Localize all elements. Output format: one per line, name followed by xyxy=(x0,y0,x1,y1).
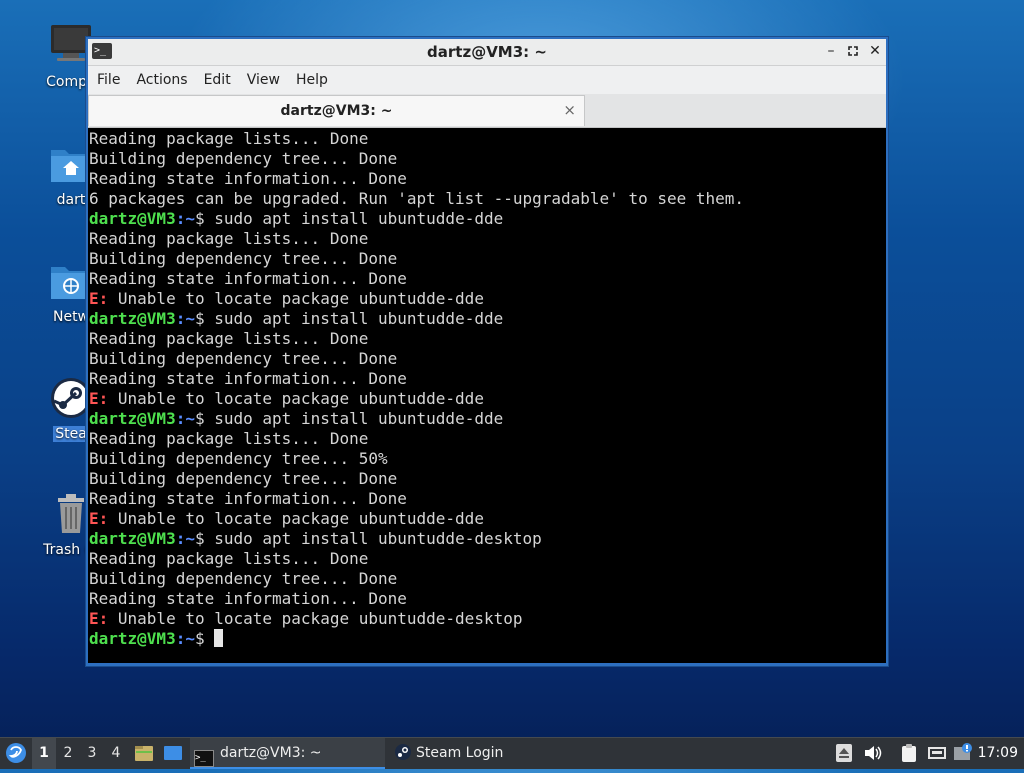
terminal-line: Reading state information... Done xyxy=(89,269,407,288)
command-text: sudo apt install ubuntudde-dde xyxy=(204,309,504,328)
prompt-user: dartz@VM3 xyxy=(89,309,176,328)
terminal-line: dartz@VM3:~$ sudo apt install ubuntudde-… xyxy=(89,529,886,549)
input-text xyxy=(205,629,215,648)
terminal-line: Reading state information... Done xyxy=(89,369,407,388)
error-text: Unable to locate package ubuntudde-dde xyxy=(108,389,484,408)
error-prefix: E: xyxy=(89,389,109,408)
start-menu-icon[interactable] xyxy=(4,741,28,765)
taskbar-item-label: Steam Login xyxy=(416,745,504,761)
terminal-line: Building dependency tree... 50% xyxy=(89,449,388,468)
network-icon[interactable] xyxy=(927,743,947,763)
menu-help[interactable]: Help xyxy=(288,66,336,94)
taskbar: 1 2 3 4 >_ dartz@VM3: ~ Steam Login 17:09 xyxy=(0,737,1024,769)
terminal-line: E: Unable to locate package ubuntudde-de… xyxy=(89,609,886,629)
terminal-line: Reading state information... Done xyxy=(89,169,407,188)
prompt-user: dartz@VM3 xyxy=(89,529,176,548)
prompt-path: :~ xyxy=(175,629,195,648)
window-titlebar[interactable]: >_ dartz@VM3: ~ – ✕ xyxy=(88,39,886,66)
desktop-icon-label: dart xyxy=(56,192,86,208)
error-prefix: E: xyxy=(89,289,109,308)
show-desktop-icon[interactable] xyxy=(163,744,183,762)
terminal-line: Reading state information... Done xyxy=(89,489,407,508)
terminal-line: dartz@VM3:~$ sudo apt install ubuntudde-… xyxy=(89,309,886,329)
volume-icon[interactable] xyxy=(863,743,883,763)
eject-icon[interactable] xyxy=(835,743,855,763)
prompt-user: dartz@VM3 xyxy=(89,629,176,648)
clock[interactable]: 17:09 xyxy=(978,738,1018,769)
terminal-line: dartz@VM3:~$ sudo apt install ubuntudde-… xyxy=(89,409,886,429)
workspace-4[interactable]: 4 xyxy=(104,738,128,769)
prompt-path: :~ xyxy=(175,209,195,228)
terminal-icon: >_ xyxy=(194,750,214,767)
terminal-output[interactable]: Reading package lists... Done Building de… xyxy=(88,128,886,663)
update-notifier-icon[interactable] xyxy=(953,743,973,763)
terminal-line: Reading package lists... Done xyxy=(89,429,369,448)
workspace-2[interactable]: 2 xyxy=(56,738,80,769)
error-prefix: E: xyxy=(89,509,109,528)
file-manager-launcher-icon[interactable] xyxy=(134,743,154,763)
prompt-symbol: $ xyxy=(194,409,205,428)
terminal-line: Reading package lists... Done xyxy=(89,549,369,568)
terminal-line: Building dependency tree... Done xyxy=(89,569,398,588)
terminal-line: Building dependency tree... Done xyxy=(89,469,398,488)
taskbar-item-label: dartz@VM3: ~ xyxy=(220,745,322,761)
error-text: Unable to locate package ubuntudde-deskt… xyxy=(108,609,523,628)
taskbar-item-steam[interactable]: Steam Login xyxy=(392,738,592,769)
workspace-3[interactable]: 3 xyxy=(80,738,104,769)
terminal-cursor xyxy=(214,629,224,647)
maximize-icon[interactable] xyxy=(844,42,862,60)
prompt-user: dartz@VM3 xyxy=(89,409,176,428)
prompt-symbol: $ xyxy=(194,209,205,228)
minimize-icon[interactable]: – xyxy=(822,42,840,60)
desktop: { "desktop": { "icons": [ {"label": "Com… xyxy=(0,0,1024,769)
terminal-line: Building dependency tree... Done xyxy=(89,249,398,268)
terminal-line: Reading state information... Done xyxy=(89,589,407,608)
command-text: sudo apt install ubuntudde-dde xyxy=(204,409,504,428)
terminal-line: dartz@VM3:~$ sudo apt install ubuntudde-… xyxy=(89,209,886,229)
terminal-line: Building dependency tree... Done xyxy=(89,349,398,368)
prompt-symbol: $ xyxy=(194,309,205,328)
desktop-icon-label: Netw xyxy=(52,309,90,325)
error-text: Unable to locate package ubuntudde-dde xyxy=(108,509,484,528)
terminal-line: dartz@VM3:~$ xyxy=(89,629,886,649)
menu-bar: File Actions Edit View Help xyxy=(88,66,886,94)
command-text: sudo apt install ubuntudde-dde xyxy=(204,209,504,228)
terminal-line: Building dependency tree... Done xyxy=(89,149,398,168)
terminal-line: E: Unable to locate package ubuntudde-dd… xyxy=(89,509,886,529)
steam-icon xyxy=(394,742,412,773)
prompt-symbol: $ xyxy=(194,529,205,548)
tab-close-icon[interactable]: × xyxy=(563,101,576,119)
prompt-user: dartz@VM3 xyxy=(89,209,176,228)
menu-edit[interactable]: Edit xyxy=(196,66,239,94)
terminal-line: Reading package lists... Done xyxy=(89,329,369,348)
taskbar-item-terminal[interactable]: >_ dartz@VM3: ~ xyxy=(190,738,385,769)
prompt-path: :~ xyxy=(175,309,195,328)
terminal-line: E: Unable to locate package ubuntudde-dd… xyxy=(89,289,886,309)
terminal-line: Reading package lists... Done xyxy=(89,229,369,248)
prompt-path: :~ xyxy=(175,409,195,428)
workspace-1[interactable]: 1 xyxy=(32,738,56,769)
prompt-symbol: $ xyxy=(194,629,205,648)
tab-terminal[interactable]: dartz@VM3: ~ × xyxy=(88,95,585,126)
error-prefix: E: xyxy=(89,609,109,628)
menu-file[interactable]: File xyxy=(88,66,128,94)
menu-actions[interactable]: Actions xyxy=(128,66,195,94)
terminal-line: E: Unable to locate package ubuntudde-dd… xyxy=(89,389,886,409)
clipboard-icon[interactable] xyxy=(899,743,919,763)
error-text: Unable to locate package ubuntudde-dde xyxy=(108,289,484,308)
terminal-line: 6 packages can be upgraded. Run 'apt lis… xyxy=(89,189,745,208)
menu-view[interactable]: View xyxy=(239,66,288,94)
command-text: sudo apt install ubuntudde-desktop xyxy=(204,529,542,548)
tab-bar: dartz@VM3: ~ × xyxy=(88,94,886,128)
prompt-path: :~ xyxy=(175,529,195,548)
desktop-icon-label: Stea xyxy=(53,426,89,442)
close-icon[interactable]: ✕ xyxy=(866,42,884,60)
tab-label: dartz@VM3: ~ xyxy=(280,103,393,119)
terminal-line: Reading package lists... Done xyxy=(89,129,369,148)
terminal-window[interactable]: >_ dartz@VM3: ~ – ✕ File Actions Edit View H… xyxy=(86,37,888,666)
window-title: dartz@VM3: ~ xyxy=(427,43,547,61)
